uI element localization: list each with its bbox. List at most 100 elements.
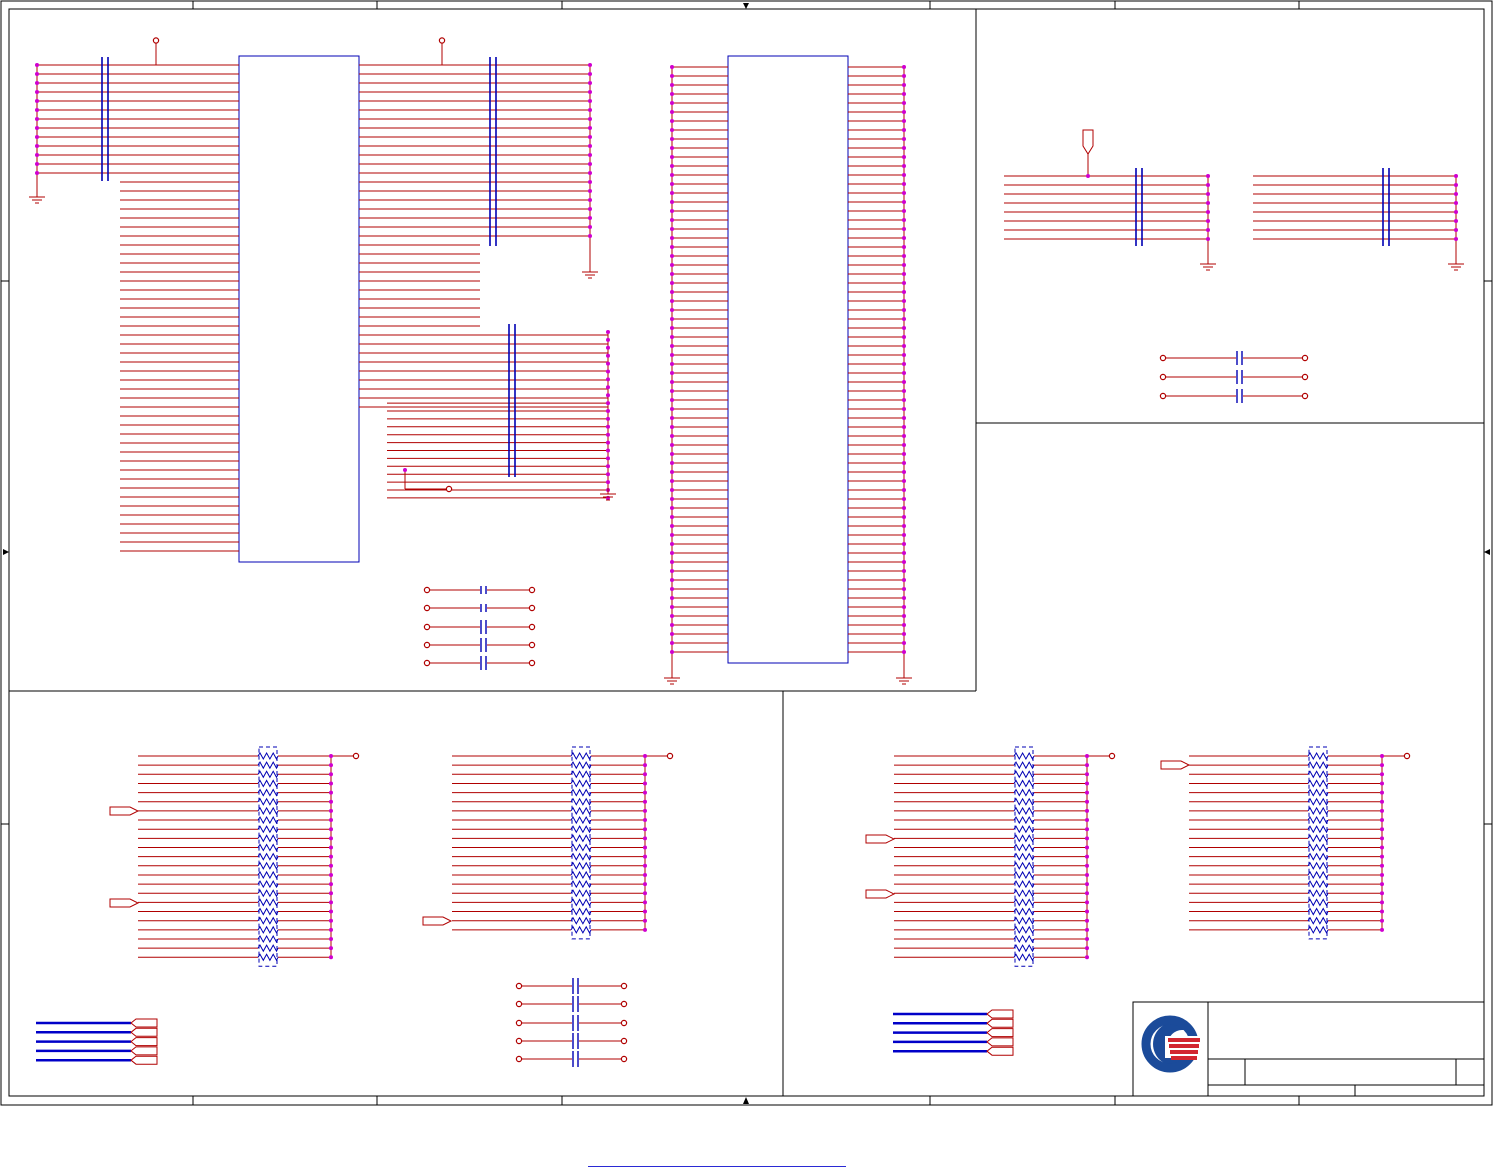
resistor <box>257 880 279 889</box>
pin-dot <box>670 632 674 636</box>
pin-dot <box>1085 909 1089 914</box>
pin-dot <box>1454 174 1458 178</box>
resistor <box>570 825 592 834</box>
pin-dot <box>643 882 647 887</box>
resistor <box>570 880 592 889</box>
resistor <box>257 852 279 861</box>
pin-dot <box>902 452 906 456</box>
resistor <box>1013 852 1035 861</box>
pin-dot <box>670 650 674 654</box>
pin-dot <box>1085 790 1089 795</box>
pin-dot <box>329 790 333 795</box>
pin-dot <box>902 92 906 96</box>
pin-dot <box>902 308 906 312</box>
terminal-ring <box>528 659 536 667</box>
resistor <box>257 907 279 916</box>
port-arrow-icon <box>1082 129 1094 155</box>
pin-dot <box>606 361 610 366</box>
pin-dot <box>902 290 906 294</box>
company-logo-icon <box>1169 1044 1199 1048</box>
resistor <box>257 779 279 788</box>
resistor <box>1307 825 1329 834</box>
pin-dot <box>588 63 592 67</box>
resistor <box>570 861 592 870</box>
pin-dot <box>643 799 647 804</box>
pin-dot <box>643 772 647 777</box>
terminal-ring <box>1159 354 1167 362</box>
pin-dot <box>588 126 592 130</box>
pin-dot <box>1085 772 1089 777</box>
pin-dot <box>670 506 674 510</box>
pin-dot <box>606 409 610 413</box>
pin-dot <box>902 560 906 564</box>
resistor <box>1307 843 1329 852</box>
pin-dot <box>902 587 906 591</box>
pin-dot <box>1206 174 1210 178</box>
center-mark <box>743 1097 749 1104</box>
terminal-ring <box>528 586 536 594</box>
resistor <box>257 816 279 825</box>
port-arrow-icon <box>865 834 896 844</box>
pin-dot <box>670 146 674 150</box>
pin-dot <box>902 326 906 330</box>
resistor <box>1307 925 1329 934</box>
bus-connector <box>130 1046 158 1056</box>
pin-dot <box>606 432 610 437</box>
pin-dot <box>902 623 906 627</box>
pin-dot <box>902 380 906 384</box>
pin-dot <box>902 353 906 357</box>
resistor <box>257 843 279 852</box>
pin-dot <box>670 398 674 402</box>
pin-dot <box>902 101 906 105</box>
pin-dot <box>670 407 674 411</box>
bus-connector <box>986 1009 1014 1019</box>
bus-connector <box>130 1018 158 1028</box>
pin-dot <box>670 443 674 447</box>
pin-dot <box>1085 882 1089 887</box>
resistor <box>1013 806 1035 815</box>
bottom-link[interactable] <box>588 1150 846 1167</box>
pin-dot <box>1380 900 1384 905</box>
pin-dot <box>670 335 674 339</box>
pin-dot <box>670 452 674 456</box>
pin-dot <box>670 533 674 537</box>
pin-dot <box>670 569 674 573</box>
pin-dot <box>902 488 906 492</box>
pin-dot <box>588 72 592 76</box>
pin-dot <box>670 479 674 483</box>
pin-dot <box>588 189 592 193</box>
resistor <box>1307 889 1329 898</box>
resistor <box>1307 834 1329 843</box>
pin-dot <box>403 468 407 472</box>
terminal-ring <box>1301 392 1309 400</box>
bus-connector <box>130 1037 158 1047</box>
pin-dot <box>329 927 333 932</box>
pin-dot <box>1206 201 1210 205</box>
terminal-ring <box>1108 752 1116 760</box>
pin-dot <box>35 117 39 121</box>
pin-dot <box>35 126 39 130</box>
pin-dot <box>588 171 592 175</box>
pin-dot <box>1085 918 1089 923</box>
pin-dot <box>329 891 333 896</box>
pin-dot <box>1085 927 1089 932</box>
pin-dot <box>643 854 647 859</box>
resistor <box>1307 761 1329 770</box>
pin-dot <box>606 472 610 477</box>
pin-dot <box>902 83 906 87</box>
terminal-ring <box>620 1055 628 1063</box>
resistor <box>1013 907 1035 916</box>
pin-dot <box>670 290 674 294</box>
resistor <box>1307 816 1329 825</box>
port-arrow-icon <box>109 806 140 816</box>
bus-connector <box>986 1046 1014 1056</box>
pin-dot <box>643 863 647 868</box>
resistor <box>570 907 592 916</box>
pin-dot <box>606 345 610 350</box>
pin-dot <box>670 308 674 312</box>
pin-dot <box>902 254 906 258</box>
terminal-ring <box>423 623 431 631</box>
pin-dot <box>1085 763 1089 768</box>
pin-dot <box>902 299 906 303</box>
pin-dot <box>329 763 333 768</box>
